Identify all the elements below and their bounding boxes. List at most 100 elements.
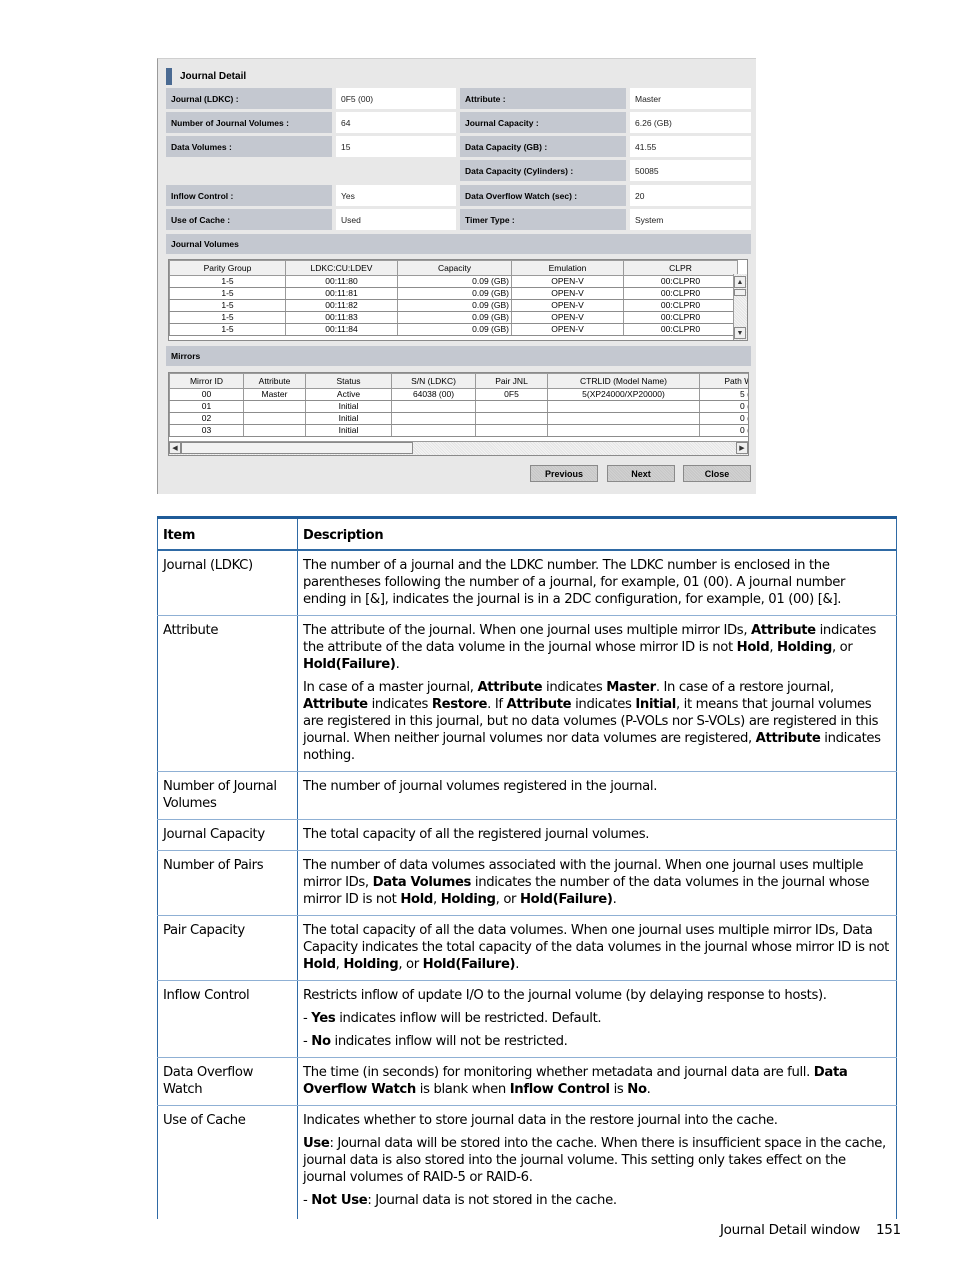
cell: 00:11:82	[285, 299, 398, 312]
cell: 00:11:84	[285, 323, 398, 336]
field-label-data-capacity-cyl: Data Capacity (Cylinders) :	[460, 160, 626, 181]
header-item: Item	[157, 516, 298, 551]
description-paragraph: The attribute of the journal. When one j…	[303, 623, 877, 672]
field-value-data-overflow-watch: 20	[630, 185, 751, 206]
cell	[475, 400, 548, 413]
table-row: Journal Capacity The total capacity of al…	[157, 819, 897, 851]
cell: OPEN-V	[511, 323, 624, 336]
description-paragraph: The total capacity of all the data volum…	[303, 923, 889, 972]
horizontal-scrollbar[interactable]: ◀ ▶	[169, 441, 748, 455]
item-description-table: Item Description Journal (LDKC) The numbe…	[157, 516, 897, 1219]
cell	[391, 412, 476, 425]
cell: 00:11:81	[285, 287, 398, 300]
table-row[interactable]: 1-5 00:11:82 0.09 (GB) OPEN-V 00:CLPR0	[169, 299, 738, 312]
description-paragraph: - Not Use: Journal data is not stored in…	[303, 1193, 617, 1208]
cell: 64038 (00)	[391, 388, 476, 401]
field-value-attribute: Master	[630, 88, 751, 109]
field-label-attribute: Attribute :	[460, 88, 626, 109]
cell: Initial	[305, 424, 392, 437]
cell: 1-5	[169, 311, 286, 324]
column-header[interactable]: Path Wat	[699, 373, 748, 389]
field-label-inflow-control: Inflow Control :	[166, 185, 332, 206]
description-cell: The total capacity of all the registered…	[297, 819, 897, 851]
cell: 0.09 (GB)	[397, 311, 512, 324]
journal-volumes-grid[interactable]: Parity Group LDKC:CU:LDEV Capacity Emula…	[168, 259, 748, 341]
scroll-up-icon[interactable]: ▲	[734, 276, 746, 288]
item-cell: Attribute	[157, 615, 298, 772]
field-value-data-volumes: 15	[336, 136, 456, 157]
table-row[interactable]: 1-5 00:11:81 0.09 (GB) OPEN-V 00:CLPR0	[169, 287, 738, 300]
cell: 00	[169, 388, 244, 401]
field-value-data-capacity-cyl: 50085	[630, 160, 751, 181]
field-value-use-of-cache: Used	[336, 209, 456, 230]
field-value-data-capacity-gb: 41.55	[630, 136, 751, 157]
table-row[interactable]: 1-5 00:11:83 0.09 (GB) OPEN-V 00:CLPR0	[169, 311, 738, 324]
field-label-timer-type: Timer Type :	[460, 209, 626, 230]
field-label-data-overflow-watch: Data Overflow Watch (sec) :	[460, 185, 626, 206]
description-paragraph: - Yes indicates inflow will be restricte…	[303, 1011, 602, 1026]
description-paragraph: The time (in seconds) for monitoring whe…	[303, 1065, 848, 1097]
table-row[interactable]: 01 Initial 0 (m	[169, 400, 748, 413]
column-header[interactable]: Pair JNL	[475, 373, 548, 389]
description-cell: Restricts inflow of update I/O to the jo…	[297, 980, 897, 1058]
table-row[interactable]: 1-5 00:11:80 0.09 (GB) OPEN-V 00:CLPR0	[169, 275, 738, 288]
description-cell: The number of journal volumes registered…	[297, 771, 897, 820]
column-header[interactable]: LDKC:CU:LDEV	[285, 260, 398, 276]
field-label-journal-capacity: Journal Capacity :	[460, 112, 626, 133]
cell: 01	[169, 400, 244, 413]
scroll-thumb[interactable]	[181, 442, 413, 454]
cell: 03	[169, 424, 244, 437]
column-header[interactable]: Status	[305, 373, 392, 389]
cell: OPEN-V	[511, 287, 624, 300]
field-label-data-volumes: Data Volumes :	[166, 136, 332, 157]
cell	[243, 400, 306, 413]
field-label-use-of-cache: Use of Cache :	[166, 209, 332, 230]
scroll-thumb[interactable]	[734, 289, 746, 296]
cell: OPEN-V	[511, 275, 624, 288]
cell: 00:CLPR0	[623, 287, 738, 300]
column-header[interactable]: Attribute	[243, 373, 306, 389]
column-header[interactable]: Parity Group	[169, 260, 286, 276]
scroll-left-icon[interactable]: ◀	[169, 442, 181, 454]
item-cell: Number of Pairs	[157, 850, 298, 916]
table-row: Journal (LDKC) The number of a journal an…	[157, 550, 897, 616]
next-button[interactable]: Next	[607, 465, 675, 482]
journal-detail-screenshot: Journal Detail Journal (LDKC) : 0F5 (00)…	[157, 58, 756, 494]
vertical-scrollbar[interactable]: ▲ ▼	[733, 274, 747, 340]
description-paragraph: The number of a journal and the LDKC num…	[303, 558, 846, 607]
cell: 0.09 (GB)	[397, 299, 512, 312]
item-cell: Use of Cache	[157, 1105, 298, 1219]
description-paragraph: Indicates whether to store journal data …	[303, 1113, 778, 1128]
column-header[interactable]: Capacity	[397, 260, 512, 276]
table-row[interactable]: 00 Master Active 64038 (00) 0F5 5(XP24000/XP2…	[169, 388, 748, 401]
cell: 0 (m	[699, 424, 748, 437]
scroll-down-icon[interactable]: ▼	[734, 327, 746, 339]
cell: 1-5	[169, 287, 286, 300]
title-marker-icon	[166, 67, 172, 85]
mirrors-grid[interactable]: Mirror ID Attribute Status S/N (LDKC) Pa…	[168, 372, 749, 456]
column-header[interactable]: Emulation	[511, 260, 624, 276]
cell: 00:CLPR0	[623, 311, 738, 324]
field-value-inflow-control: Yes	[336, 185, 456, 206]
item-cell: Journal (LDKC)	[157, 550, 298, 616]
dialog-title: Journal Detail	[166, 67, 246, 85]
column-header[interactable]: S/N (LDKC)	[391, 373, 476, 389]
close-button[interactable]: Close	[683, 465, 751, 482]
previous-button[interactable]: Previous	[530, 465, 598, 482]
scroll-right-icon[interactable]: ▶	[736, 442, 748, 454]
header-description: Description	[297, 516, 897, 551]
table-row[interactable]: 1-5 00:11:84 0.09 (GB) OPEN-V 00:CLPR0	[169, 323, 738, 336]
item-cell: Pair Capacity	[157, 915, 298, 981]
table-row[interactable]: 03 Initial 0 (m	[169, 424, 748, 437]
journal-volumes-header-row: Parity Group LDKC:CU:LDEV Capacity Emula…	[169, 260, 738, 276]
description-paragraph: The total capacity of all the registered…	[303, 827, 650, 842]
cell: 0.09 (GB)	[397, 287, 512, 300]
table-row: Data Overflow Watch The time (in seconds)…	[157, 1057, 897, 1106]
column-header[interactable]: CLPR	[623, 260, 738, 276]
column-header[interactable]: CTRLID (Model Name)	[547, 373, 700, 389]
table-row[interactable]: 02 Initial 0 (m	[169, 412, 748, 425]
cell	[475, 424, 548, 437]
cell: 5(XP24000/XP20000)	[547, 388, 700, 401]
cell: 1-5	[169, 275, 286, 288]
column-header[interactable]: Mirror ID	[169, 373, 244, 389]
